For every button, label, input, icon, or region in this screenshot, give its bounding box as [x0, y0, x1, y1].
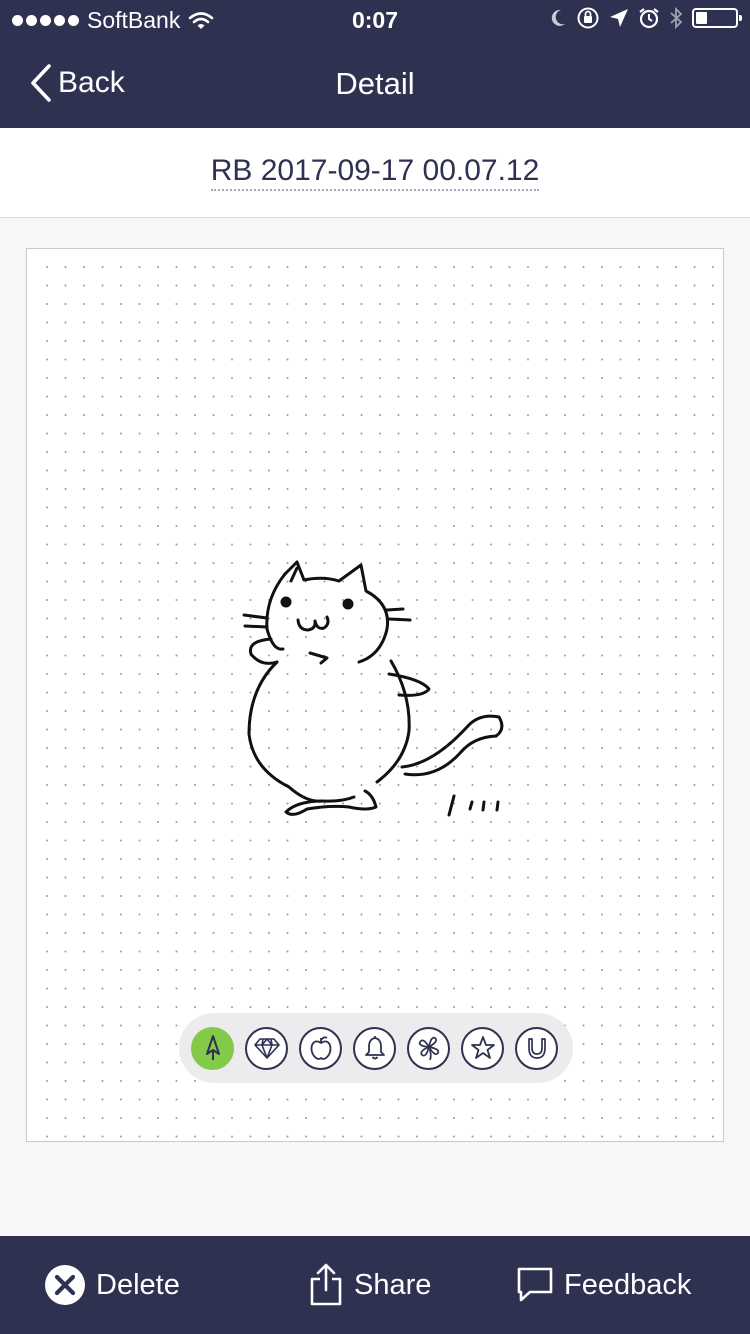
tag-pen-button[interactable] — [191, 1026, 234, 1070]
tag-apple-button[interactable] — [299, 1026, 342, 1070]
close-circle-icon — [45, 1265, 85, 1305]
alarm-icon — [639, 8, 659, 29]
orientation-lock-icon — [577, 7, 599, 29]
share-icon — [310, 1263, 342, 1306]
tag-horseshoe-button[interactable] — [515, 1026, 558, 1070]
tag-bar — [179, 1013, 573, 1083]
share-button[interactable]: Share — [308, 1236, 431, 1334]
delete-button[interactable]: Delete — [44, 1236, 180, 1334]
document-title-row: RB 2017-09-17 00.07.12 — [0, 154, 750, 191]
tag-diamond-button[interactable] — [245, 1026, 288, 1070]
page-title: Detail — [335, 66, 415, 101]
cat-drawing — [242, 560, 504, 817]
battery-level — [696, 12, 707, 24]
note-canvas — [26, 248, 724, 1142]
header: SoftBank 0:07 Back Detail — [0, 0, 750, 128]
status-icons — [549, 6, 742, 30]
pen-icon — [205, 1035, 220, 1060]
feedback-label: Feedback — [564, 1268, 692, 1301]
tag-bell-button[interactable] — [353, 1026, 396, 1070]
bell-icon — [364, 1036, 385, 1060]
bluetooth-icon — [670, 6, 683, 30]
apple-icon — [310, 1036, 331, 1060]
horseshoe-icon — [527, 1038, 546, 1059]
title-strip: RB 2017-09-17 00.07.12 — [0, 128, 750, 218]
location-arrow-icon — [610, 9, 628, 27]
navigation-bar: Back Detail — [0, 40, 750, 128]
clover-icon — [418, 1036, 439, 1061]
feedback-button[interactable]: Feedback — [516, 1236, 691, 1334]
tag-star-button[interactable] — [461, 1026, 504, 1070]
bottom-toolbar: Delete Share Feedback — [0, 1236, 750, 1334]
diamond-icon — [253, 1038, 280, 1059]
battery-icon — [692, 8, 742, 28]
status-bar: SoftBank 0:07 — [0, 0, 750, 40]
moon-icon — [551, 9, 565, 26]
star-icon — [470, 1036, 495, 1059]
delete-label: Delete — [96, 1268, 180, 1301]
tag-clover-button[interactable] — [407, 1026, 450, 1070]
share-label: Share — [354, 1268, 432, 1301]
document-title[interactable]: RB 2017-09-17 00.07.12 — [210, 154, 540, 191]
speech-bubble-icon — [517, 1267, 553, 1302]
